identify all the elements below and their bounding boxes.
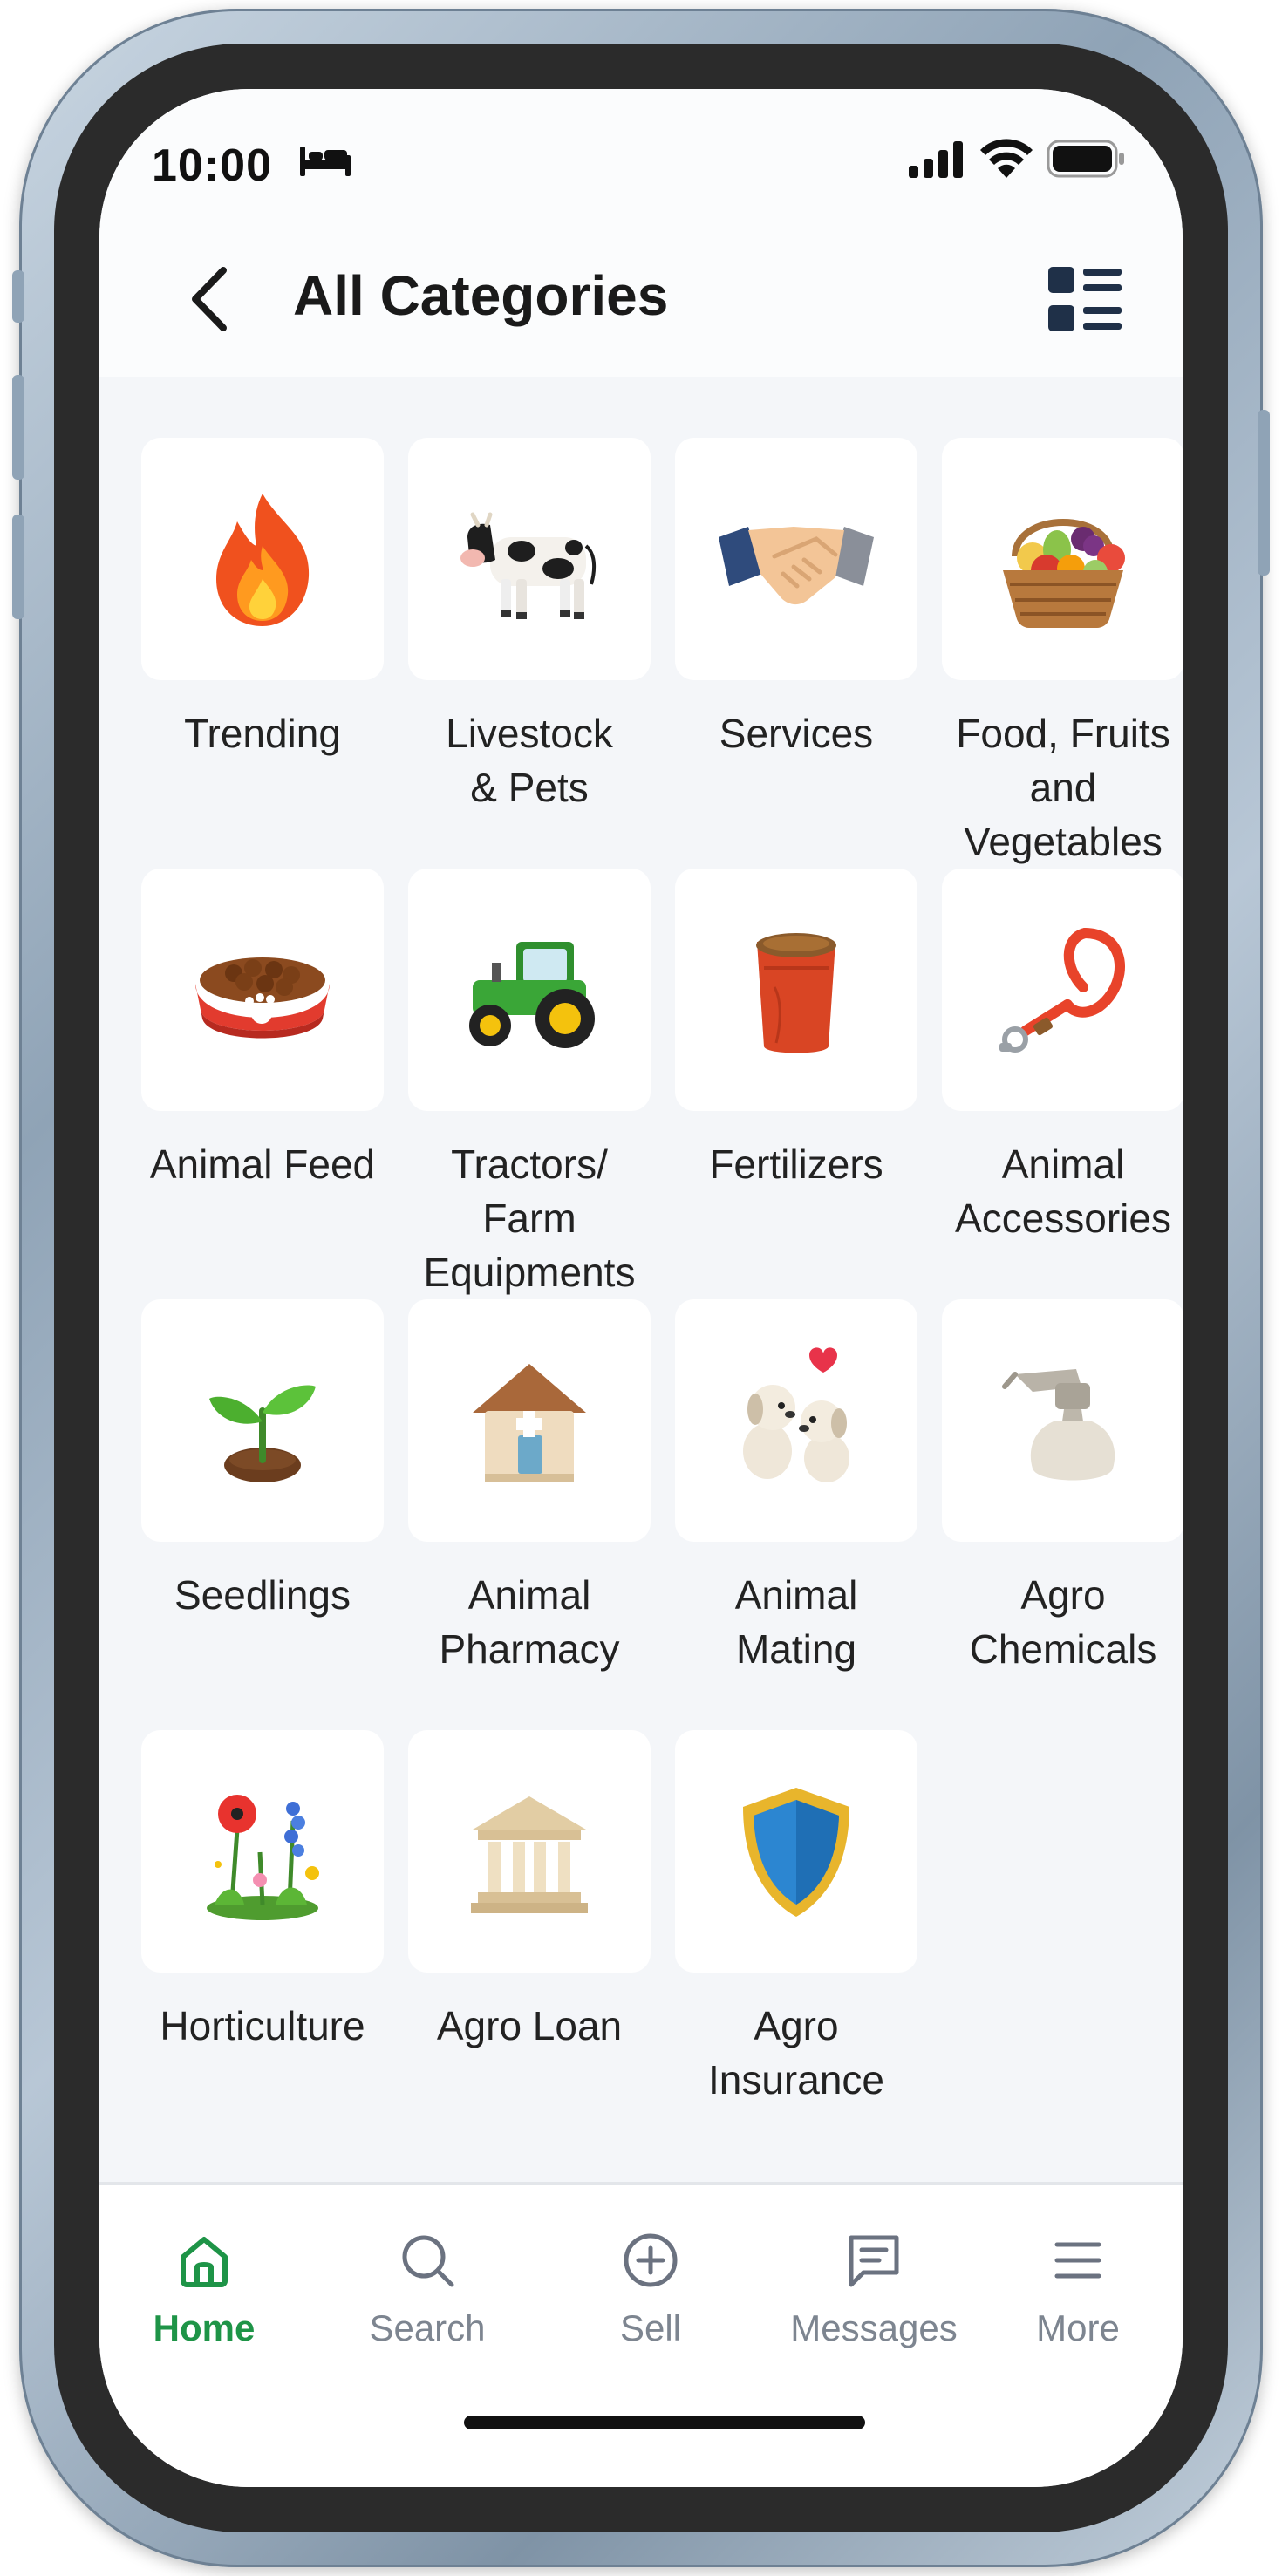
bank-icon: [471, 1796, 588, 1913]
volume-down-button: [12, 515, 24, 619]
header: All Categories: [99, 220, 1183, 377]
category-tile[interactable]: [942, 438, 1183, 680]
category-tile[interactable]: [675, 1730, 917, 1973]
nav-messages[interactable]: Messages: [778, 2229, 970, 2349]
wifi-icon: [980, 139, 1033, 178]
category-animal-accessories[interactable]: Animal Accessories: [942, 869, 1183, 1299]
nav-sell[interactable]: Sell: [555, 2229, 747, 2349]
category-label: Livestock & Pets: [446, 711, 613, 810]
category-trending[interactable]: Trending: [141, 438, 384, 869]
screen: 10:00 All Categories Trending Livestock …: [99, 89, 1183, 2487]
action-button: [12, 270, 24, 323]
nav-more[interactable]: More: [982, 2229, 1174, 2349]
message-icon: [849, 2235, 899, 2287]
power-button: [1258, 410, 1270, 576]
page-title: All Categories: [293, 264, 669, 327]
category-tile[interactable]: [408, 1299, 651, 1542]
bed-icon: [300, 147, 351, 176]
category-label: Animal Feed: [149, 1141, 376, 1187]
shield-icon: [743, 1788, 849, 1917]
category-tile[interactable]: [942, 869, 1183, 1111]
nav-search[interactable]: Search: [331, 2229, 523, 2349]
nav-label: Home: [153, 2307, 256, 2348]
battery-icon: [1047, 140, 1124, 178]
nav-label: Messages: [790, 2307, 958, 2348]
category-animal-pharmacy[interactable]: Animal Pharmacy: [408, 1299, 651, 1730]
fire-icon: [216, 494, 310, 626]
category-label: Services: [719, 711, 874, 756]
leash-icon: [999, 928, 1125, 1053]
nav-home[interactable]: Home: [108, 2229, 300, 2349]
cow-icon: [460, 512, 597, 619]
tractor-icon: [469, 942, 595, 1048]
category-tile[interactable]: [141, 869, 384, 1111]
bezel: 10:00 All Categories Trending Livestock …: [54, 44, 1228, 2532]
category-agro-loan[interactable]: Agro Loan: [408, 1730, 651, 2107]
signal-icon: [909, 141, 963, 178]
category-tile[interactable]: [408, 1730, 651, 1973]
category-tile[interactable]: [141, 1299, 384, 1542]
category-tile[interactable]: [408, 869, 651, 1111]
category-livestock-pets[interactable]: Livestock & Pets: [408, 438, 651, 869]
handshake-icon: [719, 527, 874, 605]
nav-label: Search: [369, 2307, 486, 2348]
plus-circle-icon: [624, 2233, 678, 2287]
category-agro-insurance[interactable]: Agro Insurance: [675, 1730, 917, 2107]
category-label: Animal Accessories: [955, 1141, 1171, 1241]
category-label: Animal Mating: [734, 1572, 858, 1672]
category-label: Agro Insurance: [707, 2003, 884, 2102]
category-seedlings[interactable]: Seedlings: [141, 1299, 384, 1730]
fertilizer-sack-icon: [756, 933, 836, 1053]
search-icon: [402, 2235, 454, 2287]
dogs-heart-icon: [743, 1347, 849, 1482]
category-label: Food, Fruits and Vegetables: [956, 711, 1170, 864]
pet-food-bowl-icon: [195, 957, 330, 1039]
home-indicator[interactable]: [464, 2416, 865, 2429]
volume-up-button: [12, 375, 24, 480]
nav-label: Sell: [619, 2307, 682, 2348]
status-time: 10:00: [152, 140, 272, 191]
category-fertilizers[interactable]: Fertilizers: [675, 869, 917, 1299]
category-tile[interactable]: [141, 1730, 384, 1973]
home-icon: [181, 2237, 228, 2287]
spray-bottle-icon: [1002, 1369, 1115, 1481]
category-label: Horticulture: [160, 2003, 365, 2048]
category-label: Trending: [184, 711, 341, 756]
list-view-toggle-icon[interactable]: [1045, 260, 1125, 340]
menu-icon: [1054, 2242, 1101, 2279]
category-animal-feed[interactable]: Animal Feed: [141, 869, 384, 1299]
back-arrow-icon[interactable]: [174, 251, 244, 347]
seedling-icon: [209, 1385, 316, 1482]
category-tile[interactable]: [675, 869, 917, 1111]
flowers-icon: [207, 1795, 319, 1920]
phone-frame: 10:00 All Categories Trending Livestock …: [12, 9, 1270, 2567]
category-tile[interactable]: [942, 1299, 1183, 1542]
category-services[interactable]: Services: [675, 438, 917, 869]
category-label: Tractors/ Farm Equipments: [423, 1141, 636, 1295]
category-animal-mating[interactable]: Animal Mating: [675, 1299, 917, 1730]
category-label: Fertilizers: [709, 1141, 883, 1187]
category-label: Seedlings: [174, 1572, 351, 1618]
bottom-nav: Home Search Sell Messages More: [99, 2185, 1183, 2487]
category-tile[interactable]: [675, 1299, 917, 1542]
fruit-basket-icon: [1003, 519, 1125, 628]
category-label: Agro Chemicals: [969, 1572, 1157, 1672]
category-grid: Trending Livestock & Pets Services Food,…: [141, 438, 1183, 2107]
status-bar: 10:00: [99, 89, 1183, 220]
category-label: Agro Loan: [436, 2003, 623, 2048]
category-agro-chemicals[interactable]: Agro Chemicals: [942, 1299, 1183, 1730]
category-horticulture[interactable]: Horticulture: [141, 1730, 384, 2107]
category-tractors-farm-equipments[interactable]: Tractors/ Farm Equipments: [408, 869, 651, 1299]
category-label: Animal Pharmacy: [439, 1572, 620, 1672]
nav-label: More: [1036, 2307, 1120, 2348]
category-food-fruits-vegetables[interactable]: Food, Fruits and Vegetables: [942, 438, 1183, 869]
category-tile[interactable]: [141, 438, 384, 680]
category-tile[interactable]: [675, 438, 917, 680]
pharmacy-house-icon: [473, 1364, 586, 1482]
category-tile[interactable]: [408, 438, 651, 680]
